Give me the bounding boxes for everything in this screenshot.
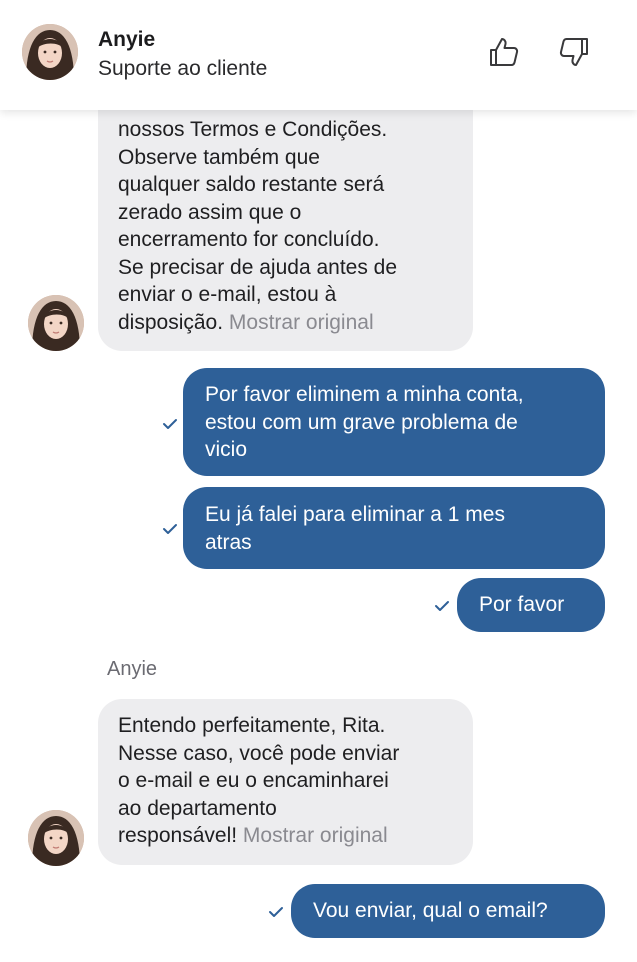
- thumbs-down-button[interactable]: [554, 32, 594, 72]
- message-line: zerado assim que o: [118, 200, 302, 224]
- sent-check-icon: [434, 600, 450, 612]
- message-line: atras: [205, 530, 252, 554]
- message-line: Nesse caso, você pode enviar: [118, 741, 400, 765]
- message-line: responsável! Mostrar original: [118, 822, 453, 850]
- message-line: Entendo perfeitamente, Rita.: [118, 714, 386, 737]
- message-text: responsável!: [118, 824, 238, 847]
- outgoing-message: Por favor eliminem a minha conta, estou …: [183, 368, 605, 476]
- message-text: disposição.: [118, 310, 224, 334]
- message-line: ao departamento: [118, 796, 277, 820]
- outgoing-message: Eu já falei para eliminar a 1 mes atras: [183, 487, 605, 569]
- message-line: encerramento for concluído.: [118, 228, 380, 251]
- agent-name: Anyie: [98, 28, 156, 51]
- message-line: estou com um grave problema de: [205, 410, 518, 434]
- incoming-message: Entendo perfeitamente, Rita. Nesse caso,…: [98, 699, 473, 865]
- sent-check-icon: [162, 523, 178, 535]
- message-text: Vou enviar, qual o email?: [313, 899, 548, 922]
- message-line: enviar o e-mail, estou à: [118, 283, 337, 306]
- message-line: vicio: [205, 438, 248, 461]
- message-line: o e-mail e eu o encaminharei: [118, 769, 389, 792]
- outgoing-message: Por favor: [457, 578, 605, 632]
- thumbs-up-icon: [490, 38, 519, 66]
- thumbs-down-icon: [559, 38, 588, 66]
- chat-header: Anyie Suporte ao cliente: [0, 0, 637, 110]
- message-line: Se precisar de ajuda antes de: [118, 255, 398, 279]
- message-line: qualquer saldo restante será: [118, 173, 385, 196]
- sent-check-icon: [268, 906, 284, 918]
- message-line: Por favor eliminem a minha conta,: [205, 383, 524, 406]
- show-original-link[interactable]: Mostrar original: [243, 824, 388, 847]
- message-text: Por favor: [479, 593, 565, 616]
- message-line: Observe também que: [118, 145, 320, 169]
- agent-avatar: [22, 24, 78, 80]
- agent-role: Suporte ao cliente: [98, 57, 268, 80]
- message-line: Eu já falei para eliminar a 1 mes: [205, 503, 505, 526]
- agent-avatar: [28, 810, 84, 866]
- sent-check-icon: [162, 418, 178, 430]
- thumbs-up-button[interactable]: [484, 32, 524, 72]
- message-line: nossos Termos e Condições.: [118, 118, 388, 141]
- show-original-link[interactable]: Mostrar original: [229, 311, 374, 334]
- chat-thread: nossos Termos e Condições. Observe també…: [0, 0, 637, 962]
- agent-avatar: [28, 295, 84, 351]
- sender-name-label: Anyie: [107, 658, 158, 680]
- outgoing-message: Vou enviar, qual o email?: [291, 884, 605, 938]
- message-line: disposição. Mostrar original: [118, 309, 453, 337]
